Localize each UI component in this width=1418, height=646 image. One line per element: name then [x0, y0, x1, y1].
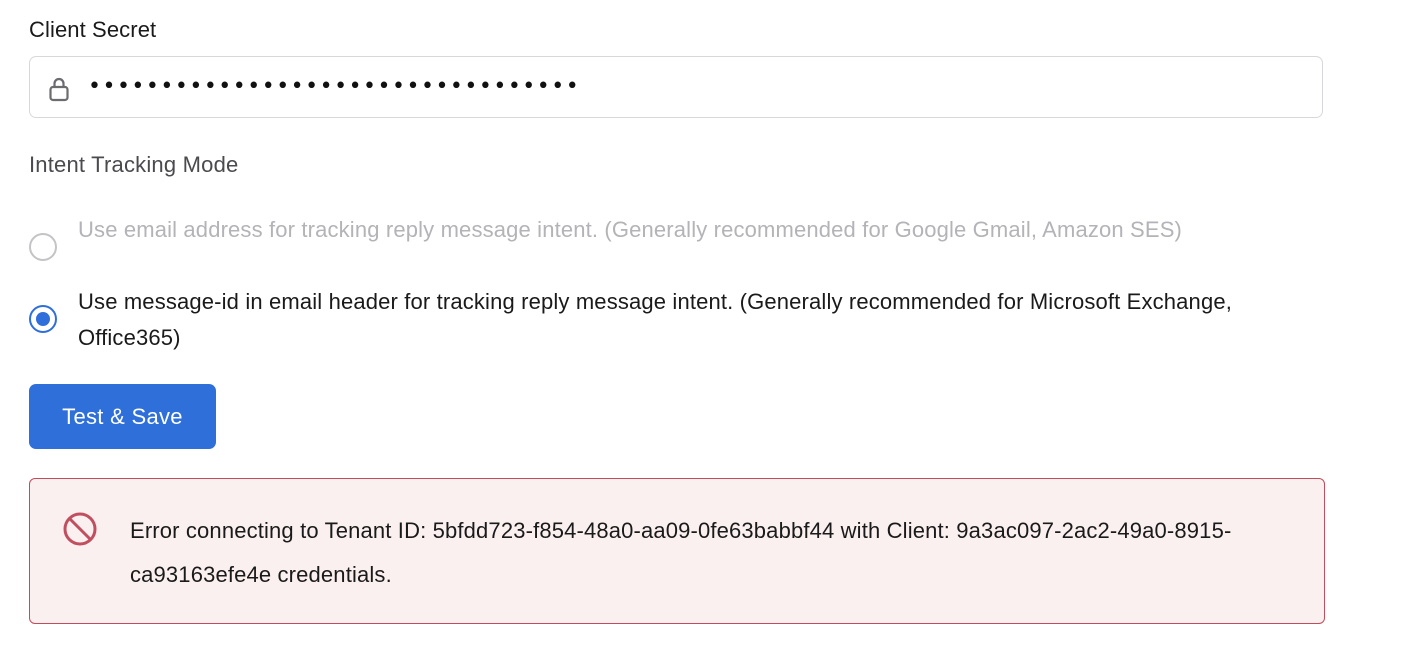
- error-alert: Error connecting to Tenant ID: 5bfdd723-…: [29, 478, 1325, 624]
- intent-tracking-mode-label: Intent Tracking Mode: [29, 152, 239, 177]
- radio-button-unselected[interactable]: [29, 233, 57, 261]
- lock-icon: [49, 77, 69, 102]
- radio-option-message-id-label: Use message-id in email header for track…: [78, 289, 1232, 350]
- test-and-save-button[interactable]: Test & Save: [29, 384, 216, 449]
- ban-icon: [63, 512, 97, 546]
- radio-button-selected[interactable]: [29, 305, 57, 333]
- client-secret-value: ••••••••••••••••••••••••••••••••••: [88, 74, 581, 99]
- error-message: Error connecting to Tenant ID: 5bfdd723-…: [130, 518, 1232, 587]
- radio-option-email-address-label: Use email address for tracking reply mes…: [78, 217, 1182, 242]
- client-secret-input[interactable]: ••••••••••••••••••••••••••••••••••: [29, 56, 1323, 118]
- client-secret-label: Client Secret: [29, 17, 157, 42]
